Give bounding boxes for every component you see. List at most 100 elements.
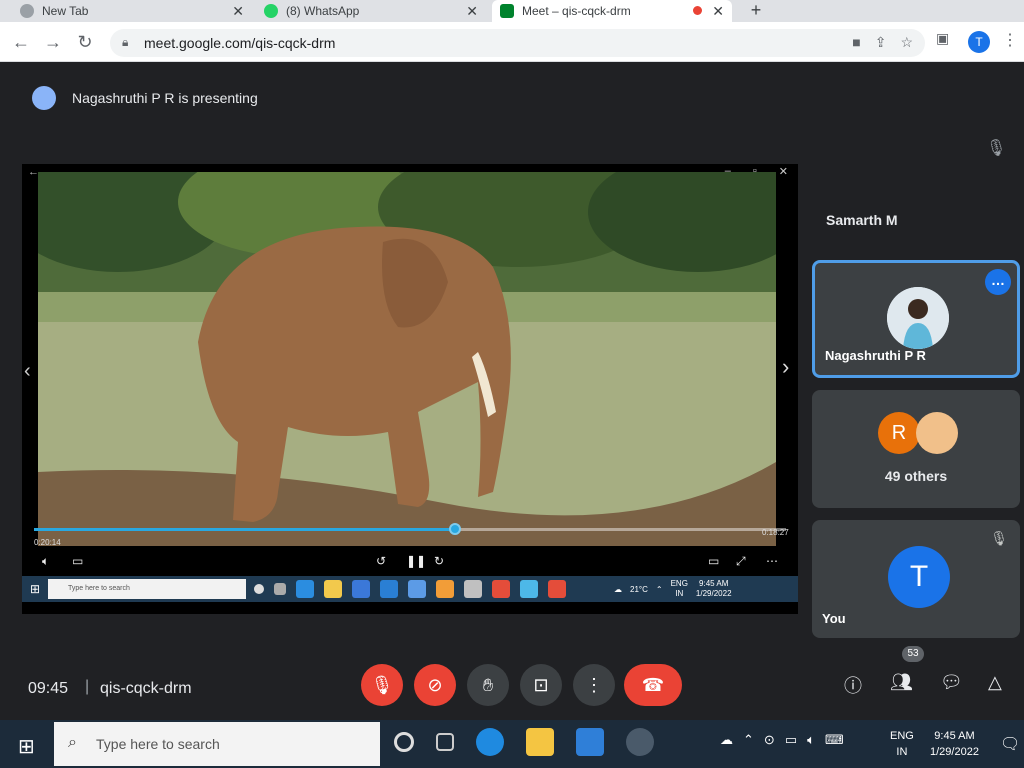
volume-icon[interactable]: 🔈︎ <box>807 732 815 748</box>
tab-whatsapp[interactable]: (8) WhatsApp ✕ <box>256 0 486 22</box>
participant-tile-others[interactable]: R 49 others <box>812 390 1020 508</box>
chat-icon[interactable]: 💬︎ <box>940 672 963 693</box>
subtitles-icon[interactable]: ▭ <box>72 554 83 568</box>
shared-lang: ENG IN <box>671 579 688 599</box>
keyboard-icon[interactable]: ⌨ <box>825 732 844 748</box>
lang-bottom: IN <box>896 746 908 758</box>
present-screen-icon: ⊡ <box>533 675 549 695</box>
presenter-text: Nagashruthi P R is presenting <box>72 90 258 106</box>
tab-new-tab[interactable]: New Tab ✕ <box>12 0 252 22</box>
hand-icon: ✋︎ <box>482 675 494 695</box>
camera-icon[interactable]: ■ <box>852 34 860 51</box>
mic-off-icon: 🎙︎ <box>990 530 1008 546</box>
profile-avatar[interactable]: T <box>968 31 990 53</box>
meet-tray-icon[interactable]: ⊙ <box>764 732 775 748</box>
taskbar-apps <box>394 728 654 756</box>
task-view-icon[interactable] <box>436 733 454 751</box>
others-count: 49 others <box>884 468 948 484</box>
present-button[interactable]: ⊡ <box>520 664 562 706</box>
video-frame[interactable] <box>38 172 776 546</box>
forward-arrow-icon[interactable]: → <box>42 31 64 53</box>
input-language[interactable]: ENG IN <box>890 728 914 760</box>
previous-arrow-icon[interactable]: ‹ <box>24 360 31 383</box>
close-icon[interactable]: ✕ <box>779 165 788 178</box>
shared-lang-bottom: IN <box>675 589 684 598</box>
more-options-icon[interactable]: … <box>985 269 1011 295</box>
participant-tile-you[interactable]: 🎙︎ T You <box>812 520 1020 638</box>
windows-taskbar: ⊞ ⌕ Type here to search ☁ ⌃ ⊙ ▭ 🔈︎ ⌨ ENG… <box>0 720 1024 768</box>
tray-up-icon: ⌃ <box>655 584 663 594</box>
presentation-view: ← – ▫ ✕ ‹ › 0:20:14 0:18:27 🔈︎ ▭ ↺ ❚❚ ↻ … <box>22 164 798 614</box>
others-avatar-r: R <box>878 412 920 454</box>
participant-photo-avatar <box>887 287 949 349</box>
file-explorer-icon <box>324 580 342 598</box>
chrome-icon[interactable] <box>626 728 654 756</box>
progress-knob[interactable] <box>449 523 462 535</box>
video-progress-bar[interactable] <box>34 523 786 535</box>
shared-date: 1/29/2022 <box>695 589 732 598</box>
close-tab-icon[interactable]: ✕ <box>232 3 244 20</box>
leave-call-button[interactable]: ☎ <box>624 664 682 706</box>
notepad-icon <box>408 580 426 598</box>
windows-start-icon[interactable]: ⊞ <box>18 734 35 759</box>
address-bar[interactable]: 🔒︎ meet.google.com/qis-cqck-drm ■ ⇪ ☆ <box>110 29 925 57</box>
person-photo-icon <box>887 287 949 349</box>
close-tab-icon[interactable]: ✕ <box>466 3 478 20</box>
store-icon <box>352 580 370 598</box>
more-options-button[interactable]: ⋮ <box>573 664 615 706</box>
fullscreen-icon[interactable]: ⤢ <box>736 554 746 569</box>
cortana-icon[interactable] <box>394 732 414 752</box>
people-icon[interactable]: 👥︎ <box>890 672 913 693</box>
activities-icon[interactable]: △ <box>988 672 1002 693</box>
share-icon[interactable]: ⇪ <box>875 34 887 51</box>
chrome-icon-2 <box>548 580 566 598</box>
lang-top: ENG <box>890 730 914 742</box>
search-icon: ⌕ <box>68 734 77 751</box>
edge-icon[interactable] <box>476 728 504 756</box>
onedrive-cloud-icon[interactable]: ☁ <box>720 732 733 748</box>
taskbar-clock[interactable]: 9:45 AM 1/29/2022 <box>930 728 979 760</box>
url-text: meet.google.com/qis-cqck-drm <box>144 35 336 51</box>
mic-toggle-button[interactable]: 🎙︎ <box>361 664 403 706</box>
back-arrow-icon[interactable]: ← <box>10 31 32 53</box>
taskbar-search-box[interactable]: ⌕ Type here to search <box>54 722 380 766</box>
close-tab-icon[interactable]: ✕ <box>712 3 724 20</box>
store-icon[interactable] <box>576 728 604 756</box>
others-avatars: R <box>878 412 958 454</box>
shared-system-tray: ☁ 21°C ⌃ ENG IN 9:45 AM 1/29/2022 <box>614 579 732 599</box>
camera-toggle-button[interactable]: ⊘ <box>414 664 456 706</box>
bookmark-star-icon[interactable]: ☆ <box>900 34 913 51</box>
new-tab-button[interactable]: + <box>742 0 770 22</box>
chrome-favicon-icon <box>20 4 34 18</box>
file-explorer-icon[interactable] <box>526 728 554 756</box>
shared-search-box: Type here to search <box>48 579 246 599</box>
tray-up-icon[interactable]: ⌃ <box>743 732 754 748</box>
media-player-icon <box>520 580 538 598</box>
video-controls: 🔈︎ ▭ ↺ ❚❚ ↻ ▭ ⤢ ⋯ <box>22 554 798 572</box>
forward-30-icon[interactable]: ↻ <box>434 554 444 568</box>
participant-name: Nagashruthi P R <box>825 348 926 363</box>
pause-icon[interactable]: ❚❚ <box>406 554 426 568</box>
next-arrow-icon[interactable]: › <box>782 354 789 380</box>
tab-meet[interactable]: Meet – qis-cqck-drm ✕ <box>492 0 732 22</box>
rewind-10-icon[interactable]: ↺ <box>376 554 386 568</box>
side-panel-icon[interactable]: ▣ <box>936 30 949 47</box>
participant-tile-featured[interactable]: … Nagashruthi P R <box>812 260 1020 378</box>
shared-lang-top: ENG <box>670 579 688 588</box>
notification-icon[interactable]: 🗨︎ <box>1000 734 1020 754</box>
meeting-time: 09:45 <box>28 680 69 697</box>
cast-icon[interactable]: ▭ <box>708 554 719 568</box>
separator: | <box>85 678 90 695</box>
more-vert-icon: ⋮ <box>585 675 603 695</box>
clock-date: 1/29/2022 <box>930 746 979 758</box>
shared-time: 9:45 AM <box>699 579 729 588</box>
vlc-icon <box>436 580 454 598</box>
mic-off-icon: 🎙︎ <box>370 675 394 695</box>
chrome-menu-icon[interactable]: ⋮ <box>1002 30 1018 50</box>
raise-hand-button[interactable]: ✋︎ <box>467 664 509 706</box>
more-options-icon[interactable]: ⋯ <box>766 554 778 568</box>
volume-icon[interactable]: 🔈︎ <box>42 554 49 569</box>
reload-icon[interactable]: ↻ <box>74 31 96 53</box>
info-icon[interactable]: ⓘ <box>844 672 862 698</box>
network-icon[interactable]: ▭ <box>785 732 797 748</box>
